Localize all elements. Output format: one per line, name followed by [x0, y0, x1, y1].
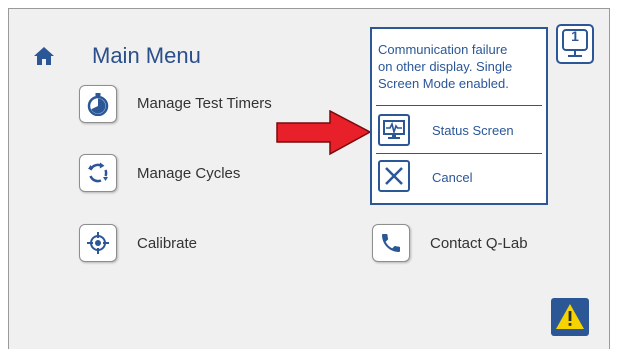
- contact-q-lab-button[interactable]: [372, 224, 410, 262]
- status-screen-button[interactable]: [378, 114, 410, 146]
- dialog-message-line: Screen Mode enabled.: [378, 76, 509, 91]
- cycle-arrows-icon: [88, 162, 108, 183]
- cancel-button[interactable]: [378, 160, 410, 192]
- cancel-label: Cancel: [432, 170, 473, 185]
- home-icon[interactable]: [33, 46, 55, 66]
- calibrate-button[interactable]: [79, 224, 117, 262]
- display-number: 1: [571, 28, 579, 44]
- manage-test-timers-button[interactable]: [79, 85, 117, 123]
- manage-cycles-button[interactable]: [79, 154, 117, 192]
- dialog-message-line: on other display. Single: [378, 59, 513, 74]
- red-pointer-arrow-icon: [276, 110, 372, 156]
- manage-test-timers-label: Manage Test Timers: [137, 95, 272, 112]
- dialog-divider: [376, 105, 542, 106]
- calibrate-label: Calibrate: [137, 235, 198, 252]
- communication-failure-dialog: Communication failure on other display. …: [370, 27, 548, 205]
- crosshair-icon: [87, 232, 109, 254]
- stopwatch-icon: [87, 93, 109, 116]
- close-icon: [385, 167, 403, 185]
- page-title: Main Menu: [92, 43, 201, 68]
- phone-icon: [382, 234, 400, 252]
- dialog-message-line: Communication failure: [378, 42, 508, 57]
- dialog-divider: [376, 153, 542, 154]
- dialog-message: Communication failure on other display. …: [378, 41, 548, 92]
- status-screen-label: Status Screen: [432, 123, 514, 138]
- display-indicator-button[interactable]: 1: [556, 24, 594, 64]
- manage-cycles-label: Manage Cycles: [137, 165, 241, 182]
- warning-icon: [556, 304, 584, 329]
- monitor-pulse-icon: [383, 120, 405, 139]
- warning-button[interactable]: [551, 298, 589, 336]
- contact-q-lab-label: Contact Q-Lab: [430, 235, 528, 252]
